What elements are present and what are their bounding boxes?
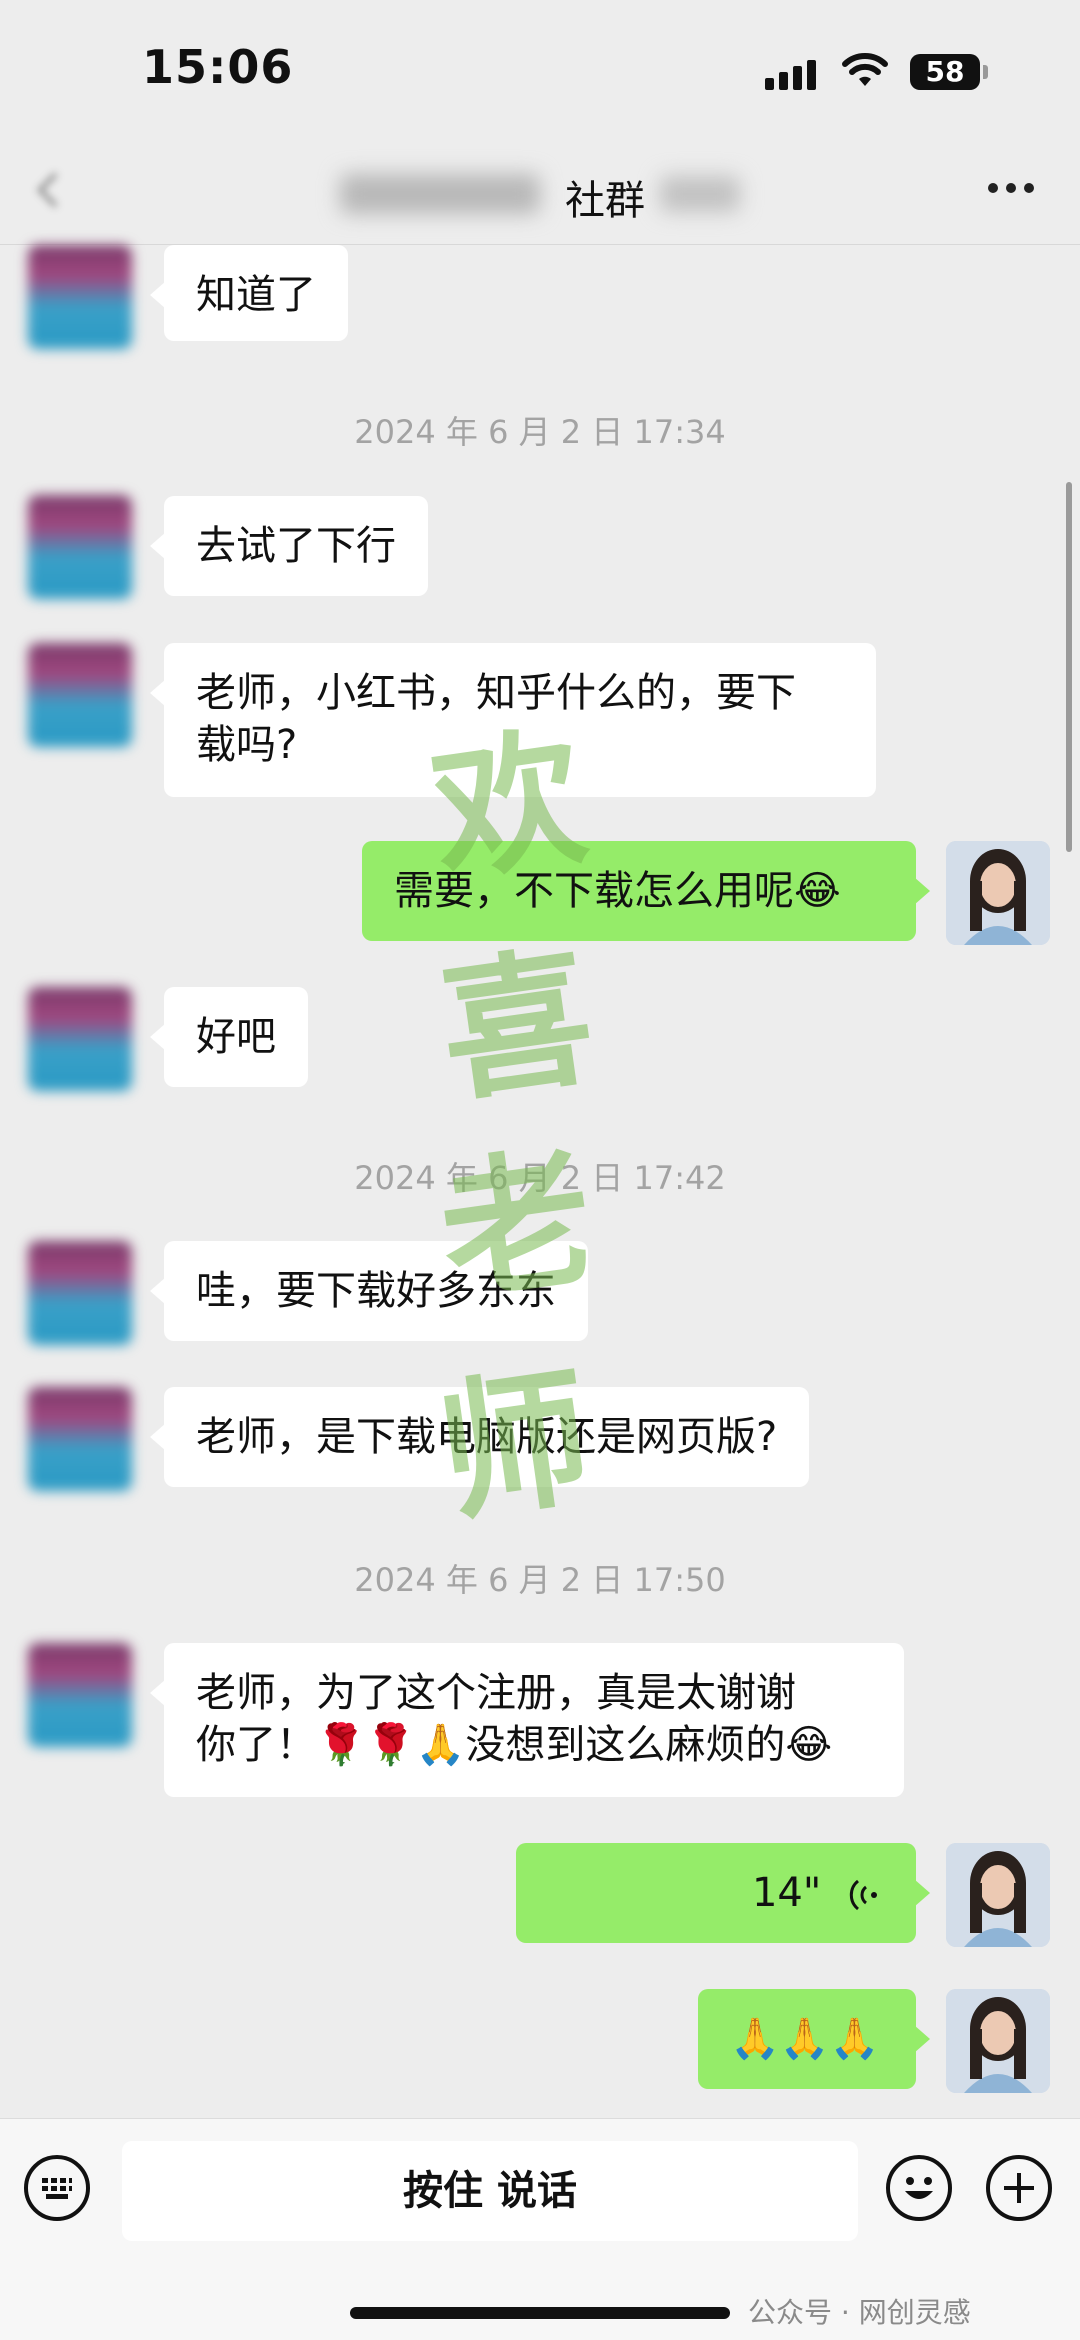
message-text: 好吧 [196,1014,276,1060]
message-text-line: 你了！🌹🌹🙏没想到这么麻烦的😂 [196,1722,833,1768]
message-text: 去试了下行 [196,523,396,569]
message-bubble-in[interactable]: 去试了下行 [150,496,428,596]
avatar[interactable] [28,495,132,599]
message-text-line: 老师，为了这个注册，真是太谢谢 [196,1670,796,1716]
wifi-icon [842,53,888,86]
my-avatar[interactable] [946,1843,1050,1947]
voice-message-bubble[interactable]: 14" [516,1843,930,1943]
battery-indicator: 58 [910,54,980,90]
chat-title: 社群 [565,178,645,224]
watermark-char: 欢 [422,708,596,904]
avatar[interactable] [28,1241,132,1345]
avatar[interactable] [28,1387,132,1491]
blurred-title-prefix [340,174,540,214]
chat-header: 社群 [0,140,1080,245]
keyboard-toggle-icon[interactable] [24,2155,90,2221]
blurred-title-suffix [660,176,740,212]
status-bar: 15:06 58 [0,0,1080,140]
avatar[interactable] [28,1643,132,1747]
message-text: 知道了 [196,272,316,318]
back-arrow-icon[interactable] [30,170,70,210]
more-options-icon[interactable] [986,178,1036,198]
message-timestamp: 2024 年 6 月 2 日 17:34 [354,413,726,451]
battery-tip [983,65,988,79]
scrollbar[interactable] [1066,482,1072,852]
message-timestamp: 2024 年 6 月 2 日 17:50 [354,1561,726,1599]
avatar[interactable] [28,643,132,747]
plus-icon[interactable] [986,2155,1052,2221]
message-list[interactable]: 知道了 2024 年 6 月 2 日 17:34 去试了下行 老师，小红书，知乎… [0,245,1080,2125]
voice-wave-icon [849,1879,877,1911]
watermark-credit: 公众号 · 网创灵感 [748,2296,971,2329]
hold-to-talk-button[interactable]: 按住 说话 [122,2141,858,2241]
emoji-icon[interactable] [886,2155,952,2221]
message-bubble-in[interactable]: 老师，为了这个注册，真是太谢谢 你了！🌹🌹🙏没想到这么麻烦的😂 [150,1643,904,1797]
my-avatar[interactable] [946,841,1050,945]
message-bubble-in[interactable]: 知道了 [150,245,348,341]
voice-duration: 14" [751,1870,822,1916]
message-bubble-in[interactable]: 好吧 [150,987,308,1087]
message-text: 🙏🙏🙏 [730,2016,880,2062]
my-avatar[interactable] [946,1989,1050,2093]
watermark-char: 喜 [430,928,604,1124]
message-bubble-out[interactable]: 🙏🙏🙏 [698,1989,930,2089]
input-bar: 按住 说话 公众号 · 网创灵感 [0,2118,1080,2340]
watermark-char: 师 [428,1348,602,1544]
watermark-char: 老 [430,1128,604,1324]
home-indicator[interactable] [350,2307,730,2319]
clock: 15:06 [142,40,294,94]
avatar[interactable] [28,987,132,1091]
cellular-signal-icon [765,58,821,90]
avatar[interactable] [28,245,132,349]
